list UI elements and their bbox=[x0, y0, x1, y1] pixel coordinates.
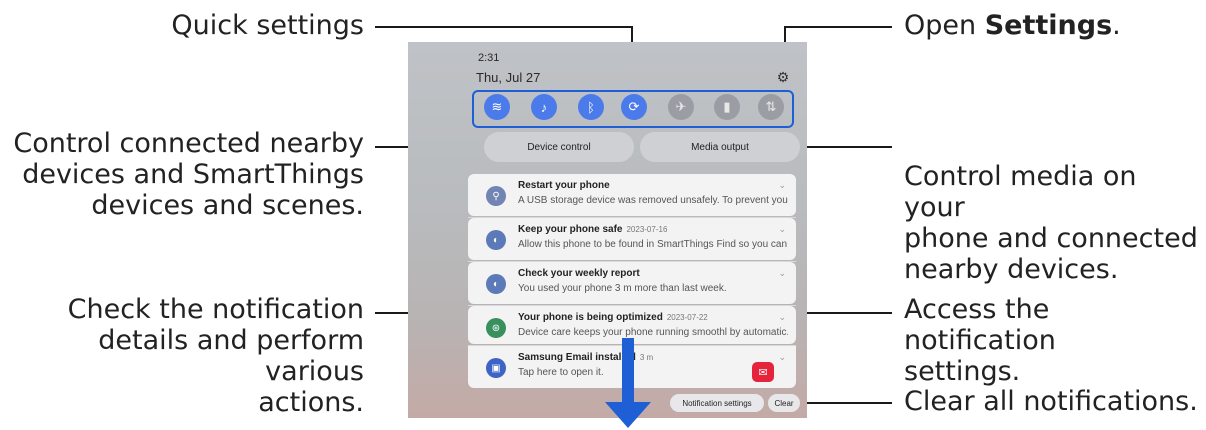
notification-card[interactable]: ⚲ Restart your phone A USB storage devic… bbox=[468, 174, 796, 216]
access-notif-line2: settings. bbox=[904, 356, 1021, 387]
swipe-down-arrow-shaft bbox=[622, 338, 634, 408]
notification-title-text: Keep your phone safe bbox=[518, 224, 623, 235]
device-care-icon: ⊛ bbox=[486, 318, 506, 338]
settings-gear-icon[interactable]: ⚙ bbox=[776, 70, 790, 84]
media-output-label: Media output bbox=[691, 141, 749, 153]
report-icon: ◐ bbox=[486, 274, 506, 294]
email-app-icon: ✉ bbox=[752, 362, 774, 382]
access-notif-line1: Access the notification bbox=[904, 294, 1056, 356]
notification-body: You used your phone 3 m more than last w… bbox=[518, 283, 727, 294]
clear-all-annotation: Clear all notifications. bbox=[904, 386, 1198, 417]
wifi-icon[interactable]: ≋ bbox=[484, 94, 510, 120]
notification-title: Keep your phone safe 2023-07-16 bbox=[518, 224, 788, 235]
check-notif-annotation: Check the notification details and perfo… bbox=[2, 294, 364, 418]
open-settings-prefix: Open bbox=[904, 10, 985, 41]
bluetooth-icon[interactable]: ᛒ bbox=[578, 94, 604, 120]
open-settings-suffix: . bbox=[1112, 10, 1121, 41]
notification-panel-screenshot: 2:31 Thu, Jul 27 ⚙ ≋ ♪ ᛒ ⟳ ✈ ▮ ⇅ Device … bbox=[408, 42, 807, 418]
check-notif-line2: details and perform various bbox=[98, 325, 364, 387]
chevron-down-icon[interactable]: ⌄ bbox=[778, 352, 786, 363]
check-notif-line3: actions. bbox=[258, 387, 364, 418]
chevron-down-icon[interactable]: ⌄ bbox=[778, 312, 786, 323]
sound-icon[interactable]: ♪ bbox=[531, 94, 557, 120]
control-media-line2: phone and connected bbox=[904, 223, 1198, 254]
airplane-mode-icon[interactable]: ✈ bbox=[668, 94, 694, 120]
swipe-down-arrow-icon bbox=[605, 402, 651, 428]
notification-date: 2023-07-22 bbox=[666, 313, 708, 322]
notification-body: Tap here to open it. bbox=[518, 367, 604, 378]
control-media-line3: nearby devices. bbox=[904, 254, 1119, 285]
notification-title-text: Samsung Email installed bbox=[518, 352, 636, 363]
access-notif-annotation: Access the notification settings. bbox=[904, 294, 1204, 387]
media-output-button[interactable]: Media output bbox=[640, 132, 800, 162]
control-connected-annotation: Control connected nearby devices and Sma… bbox=[8, 128, 364, 221]
notification-date: 2023-07-16 bbox=[626, 225, 668, 234]
status-time: 2:31 bbox=[478, 52, 500, 64]
status-date: Thu, Jul 27 bbox=[476, 70, 541, 85]
control-connected-line1: Control connected nearby bbox=[13, 128, 364, 159]
control-media-annotation: Control media on your phone and connecte… bbox=[904, 161, 1204, 285]
open-settings-annotation: Open Settings. bbox=[904, 10, 1204, 41]
shield-icon: ◐ bbox=[486, 230, 506, 250]
control-media-line1: Control media on your bbox=[904, 161, 1137, 223]
notification-title: Check your weekly report bbox=[518, 268, 640, 279]
notification-card[interactable]: ◐ Check your weekly report You used your… bbox=[468, 262, 796, 304]
device-control-label: Device control bbox=[527, 141, 591, 153]
quick-settings-line-h bbox=[375, 26, 633, 28]
auto-rotate-icon[interactable]: ⟳ bbox=[621, 94, 647, 120]
clear-label: Clear bbox=[774, 398, 794, 408]
chevron-down-icon[interactable]: ⌄ bbox=[778, 224, 786, 235]
chevron-down-icon[interactable]: ⌄ bbox=[778, 180, 786, 191]
notification-settings-label: Notification settings bbox=[682, 398, 752, 408]
control-connected-line3: devices and scenes. bbox=[91, 190, 364, 221]
quick-settings-annotation: Quick settings bbox=[171, 10, 364, 41]
check-notif-line1: Check the notification bbox=[67, 294, 364, 325]
clear-button[interactable]: Clear bbox=[768, 394, 800, 412]
notification-title: Samsung Email installed 3 m bbox=[518, 352, 788, 363]
notification-card[interactable]: ◐ Keep your phone safe 2023-07-16 Allow t… bbox=[468, 218, 796, 260]
device-control-button[interactable]: Device control bbox=[484, 132, 634, 162]
mobile-data-icon[interactable]: ⇅ bbox=[758, 94, 784, 120]
notification-body: Device care keeps your phone running smo… bbox=[518, 327, 788, 338]
open-settings-line-h bbox=[784, 26, 892, 28]
usb-icon: ⚲ bbox=[486, 186, 506, 206]
notification-date: 3 m bbox=[639, 353, 654, 362]
notification-title-text: Your phone is being optimized bbox=[518, 312, 663, 323]
control-connected-line2: devices and SmartThings bbox=[22, 159, 364, 190]
open-settings-bold: Settings bbox=[984, 10, 1113, 41]
notification-title: Your phone is being optimized 2023-07-22 bbox=[518, 312, 788, 323]
notification-settings-button[interactable]: Notification settings bbox=[670, 394, 764, 412]
flashlight-icon[interactable]: ▮ bbox=[714, 94, 740, 120]
chevron-down-icon[interactable]: ⌄ bbox=[778, 268, 786, 279]
clear-all-line bbox=[796, 402, 892, 404]
notification-body: A USB storage device was removed unsafel… bbox=[518, 195, 788, 206]
bag-icon: ▣ bbox=[486, 358, 506, 378]
notification-title: Restart your phone bbox=[518, 180, 610, 191]
notification-body: Allow this phone to be found in SmartThi… bbox=[518, 239, 788, 250]
